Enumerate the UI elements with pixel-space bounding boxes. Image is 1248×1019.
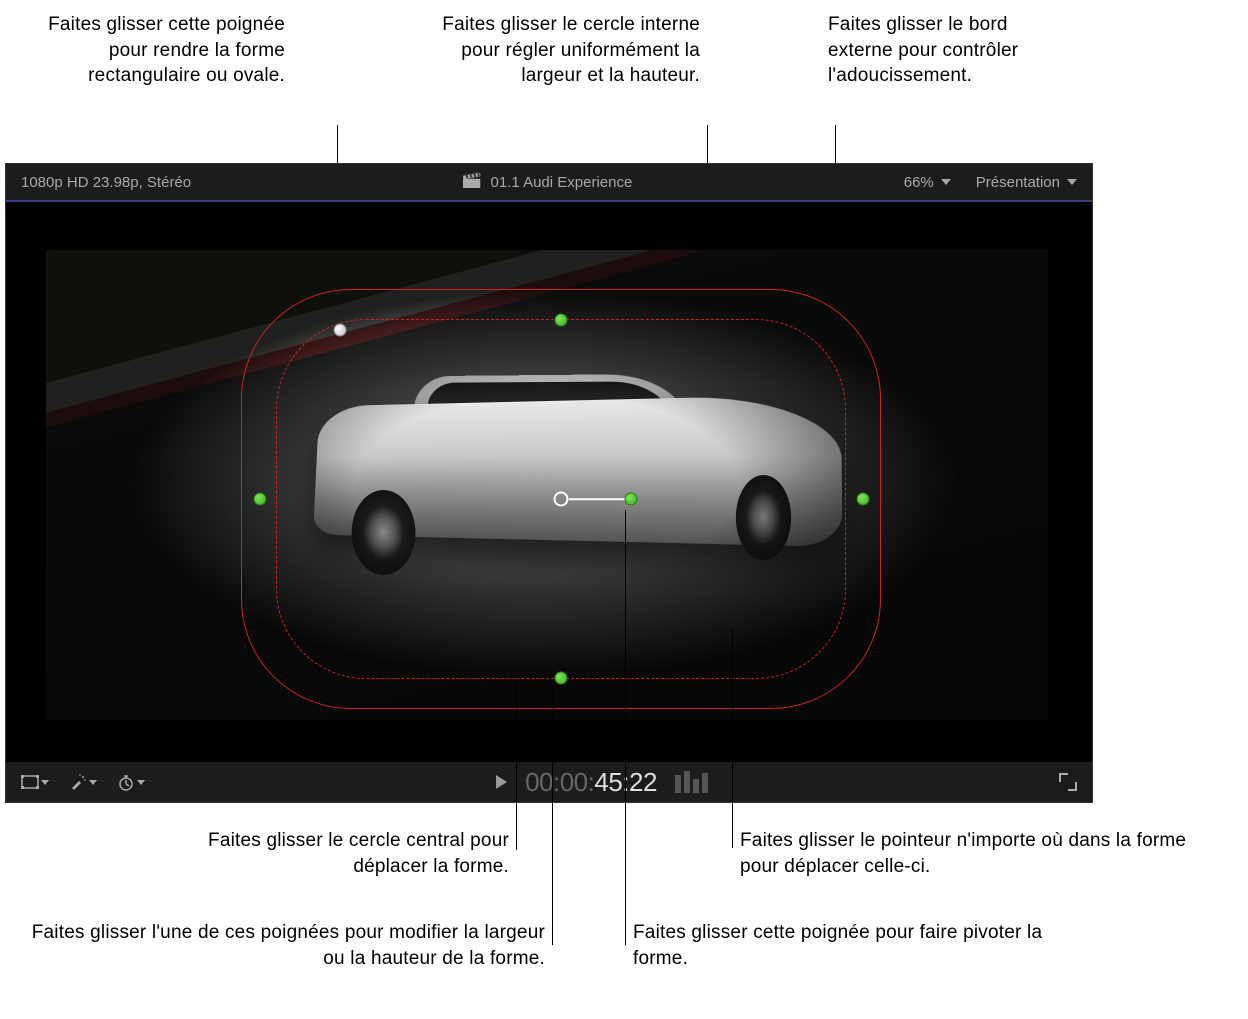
annotation-inner-circle: Faites glisser le cercle interne pour ré… [430, 12, 700, 89]
clip-name: 01.1 Audi Experience [491, 174, 633, 191]
viewer-content[interactable] [6, 204, 1092, 762]
chevron-down-icon [1067, 179, 1077, 185]
format-info: 1080p HD 23.98p, Stéréo [6, 174, 191, 191]
annotation-outer-edge: Faites glisser le bord externe pour cont… [828, 12, 1068, 89]
viewer-panel: 1080p HD 23.98p, Stéréo 01.1 Audi Experi… [5, 163, 1093, 803]
fullscreen-button[interactable] [1059, 773, 1077, 791]
rotation-line [569, 498, 625, 500]
leader-line [732, 630, 733, 848]
chevron-down-icon [137, 780, 145, 785]
annotation-rotate-handle: Faites glisser cette poignée pour faire … [633, 920, 1063, 971]
mask-handle-bottom[interactable] [555, 672, 568, 685]
play-button[interactable] [496, 775, 507, 789]
chevron-down-icon [41, 780, 49, 785]
transform-menu[interactable] [21, 775, 49, 789]
annotation-drag-anywhere: Faites glisser le pointeur n'importe où … [740, 828, 1220, 879]
zoom-dropdown[interactable]: 66% [904, 174, 951, 191]
annotation-center-circle: Faites glisser le cercle central pour dé… [130, 828, 509, 879]
viewer-topbar: 1080p HD 23.98p, Stéréo 01.1 Audi Experi… [6, 164, 1092, 202]
mask-center-handle[interactable] [554, 492, 569, 507]
timecode-prefix: 00:00: [525, 767, 594, 797]
leader-line [625, 510, 626, 945]
annotation-shape-handle: Faites glisser cette poignée pour rendre… [40, 12, 285, 89]
shape-curvature-handle[interactable] [334, 324, 347, 337]
fullscreen-icon [1059, 773, 1077, 791]
timecode-display[interactable]: 00:00:45:22 [525, 767, 657, 798]
mask-rotation-handle[interactable] [625, 493, 638, 506]
chevron-down-icon [89, 780, 97, 785]
mask-handle-top[interactable] [555, 314, 568, 327]
leader-line [516, 680, 517, 850]
audio-meter [675, 771, 708, 793]
mask-handle-left[interactable] [254, 493, 267, 506]
leader-line [552, 685, 553, 945]
view-menu-label: Présentation [976, 174, 1060, 191]
chevron-down-icon [941, 179, 951, 185]
view-menu-dropdown[interactable]: Présentation [976, 174, 1077, 191]
zoom-level-label: 66% [904, 174, 934, 191]
mask-handle-right[interactable] [857, 493, 870, 506]
clapperboard-icon [463, 172, 481, 192]
effects-menu[interactable] [69, 773, 97, 791]
viewer-bottombar: 00:00:45:22 [6, 762, 1092, 802]
retime-menu[interactable] [117, 773, 145, 791]
annotation-size-handles: Faites glisser l'une de ces poignées pou… [5, 920, 545, 971]
